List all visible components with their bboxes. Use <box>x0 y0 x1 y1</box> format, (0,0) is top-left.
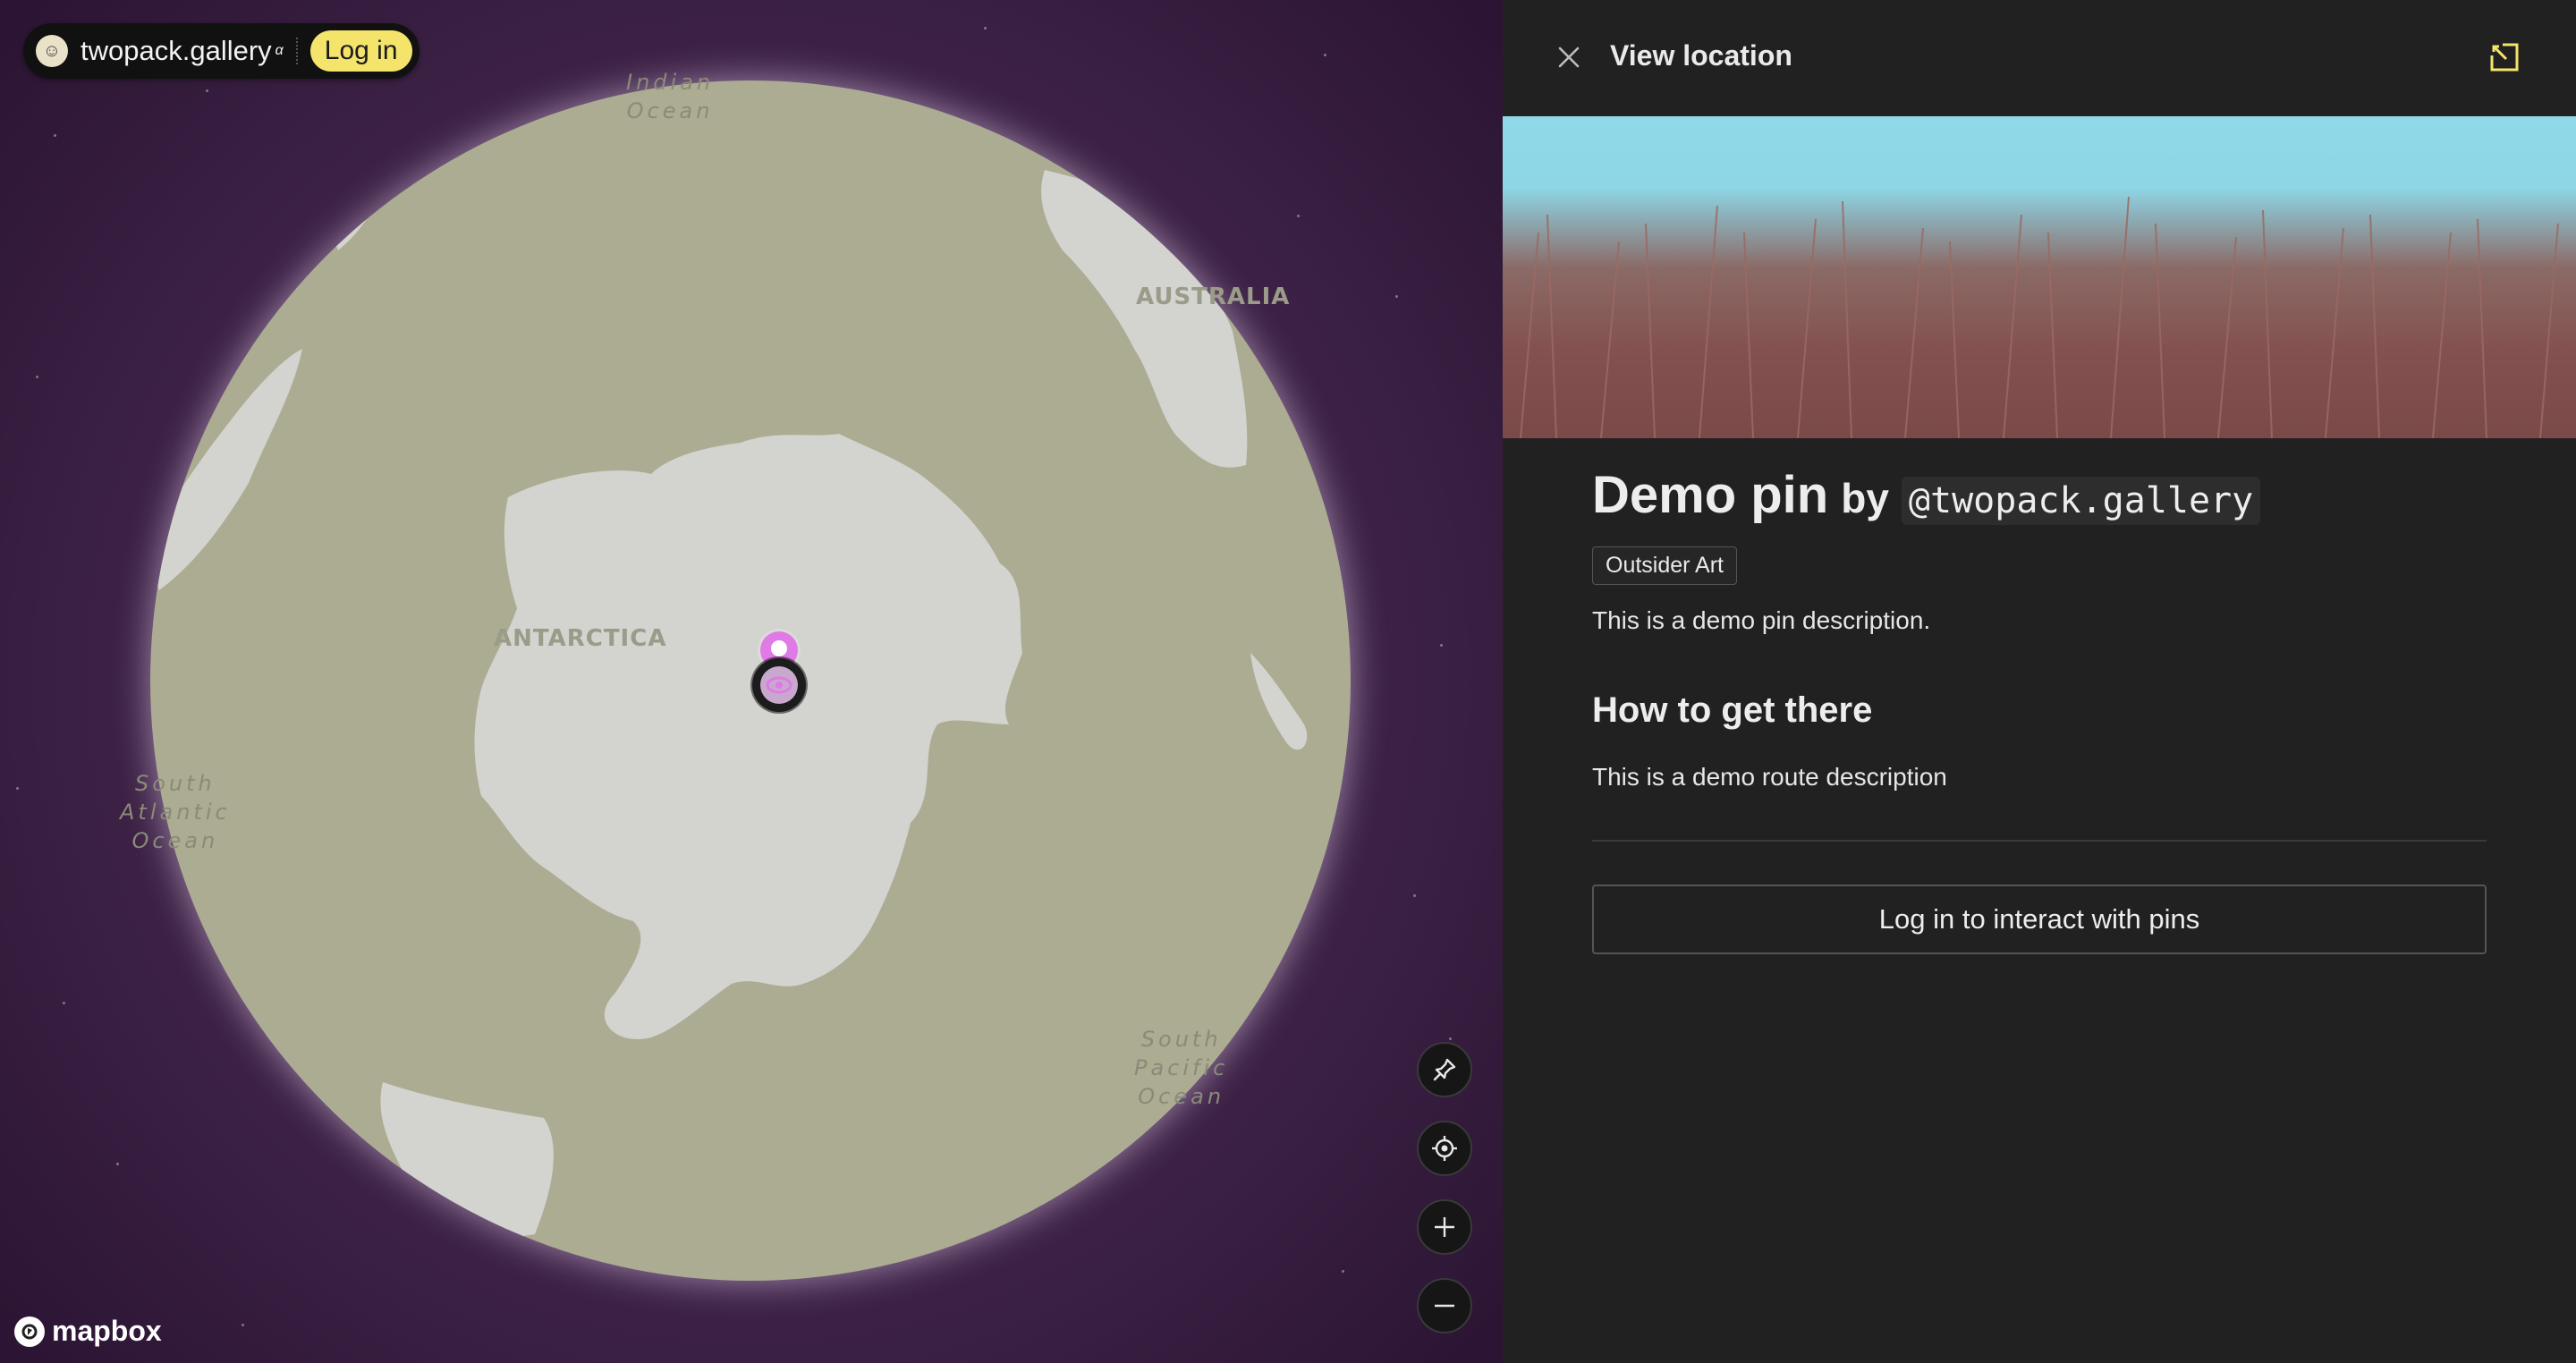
star <box>242 1324 244 1326</box>
star <box>36 376 38 378</box>
zoom-in-button[interactable] <box>1417 1199 1472 1255</box>
open-external-button[interactable] <box>2487 39 2522 75</box>
star <box>984 27 987 30</box>
australia-landmass <box>1041 170 1248 468</box>
divider <box>1592 840 2487 842</box>
south-atlantic-label: South Atlantic Ocean <box>120 769 231 855</box>
location-panel: View location Demo pin by @twopack.galle… <box>1503 0 2576 1363</box>
peninsula-landmass <box>380 1082 554 1237</box>
pin-icon <box>1433 1058 1456 1081</box>
grass-photo <box>1520 196 2559 438</box>
zoom-out-button[interactable] <box>1417 1278 1472 1333</box>
pin-description: This is a demo pin description. <box>1592 606 1931 634</box>
south-america-landmass <box>150 349 302 590</box>
panel-title: View location <box>1610 39 1792 72</box>
australia-label: AUSTRALIA <box>1136 284 1291 310</box>
locate-me-button[interactable] <box>1417 1121 1472 1176</box>
brand-logo-icon[interactable]: ☺ <box>36 35 68 67</box>
brand-name: twopack.gallery <box>80 35 272 66</box>
brand-title[interactable]: twopack.gallery α <box>80 35 284 67</box>
route-heading: How to get there <box>1592 690 1873 730</box>
mapbox-attribution[interactable]: mapbox <box>14 1315 162 1348</box>
category-tag[interactable]: Outsider Art <box>1592 546 1737 585</box>
star <box>1440 644 1443 647</box>
external-link-icon <box>2490 43 2519 72</box>
antarctica-landmass <box>474 434 1022 1039</box>
pin-photo <box>1503 116 2576 438</box>
pin-details: Demo pin by @twopack.gallery Outsider Ar… <box>1592 465 2487 954</box>
locate-icon <box>1432 1136 1457 1161</box>
pin-title: Demo pin <box>1592 466 1829 524</box>
star <box>116 1163 119 1165</box>
mapbox-logo-icon <box>14 1316 45 1347</box>
star <box>1324 54 1326 56</box>
eye-icon <box>760 666 798 704</box>
star <box>63 1002 65 1004</box>
pin-by-label: by <box>1841 475 1889 521</box>
brand-bar: ☺ twopack.gallery α Log in <box>23 23 419 79</box>
panel-header: View location <box>1503 0 2576 114</box>
zoom-in-icon <box>1435 1217 1454 1237</box>
brand-superscript: α <box>275 42 284 58</box>
label-line: Pacific <box>1134 1055 1229 1080</box>
label-line: Atlantic <box>120 800 231 825</box>
label-line: Indian <box>626 70 715 95</box>
mapbox-wordmark: mapbox <box>52 1315 162 1347</box>
pin-author-link[interactable]: @twopack.gallery <box>1901 477 2261 525</box>
antarctica-label: ANTARCTICA <box>494 625 667 652</box>
login-button[interactable]: Log in <box>309 30 412 72</box>
label-line: Ocean <box>626 98 714 123</box>
south-pacific-label: South Pacific Ocean <box>1134 1025 1228 1111</box>
close-icon <box>1558 47 1580 68</box>
star <box>1449 1037 1452 1040</box>
label-line: South <box>134 771 216 796</box>
star <box>1395 295 1398 298</box>
new-zealand-landmass <box>1250 653 1308 750</box>
indian-ocean-label: Indian Ocean <box>626 68 714 125</box>
drop-pin-button[interactable] <box>1417 1042 1472 1097</box>
close-button[interactable] <box>1549 38 1589 77</box>
zoom-out-icon <box>1435 1304 1454 1308</box>
star <box>16 787 19 790</box>
route-description: This is a demo route description <box>1592 763 1947 791</box>
divider <box>295 38 298 64</box>
star <box>1413 894 1416 897</box>
login-to-interact-button[interactable]: Log in to interact with pins <box>1592 885 2487 954</box>
label-line: Ocean <box>131 828 219 853</box>
africa-landmass <box>320 170 392 250</box>
label-line: South <box>1140 1027 1222 1052</box>
pin-title-row: Demo pin by @twopack.gallery <box>1592 465 2487 525</box>
star <box>54 134 56 137</box>
selected-pin-marker[interactable] <box>752 658 806 712</box>
label-line: Ocean <box>1138 1084 1225 1109</box>
map-view[interactable]: Indian Ocean AUSTRALIA ANTARCTICA South … <box>0 0 1503 1363</box>
